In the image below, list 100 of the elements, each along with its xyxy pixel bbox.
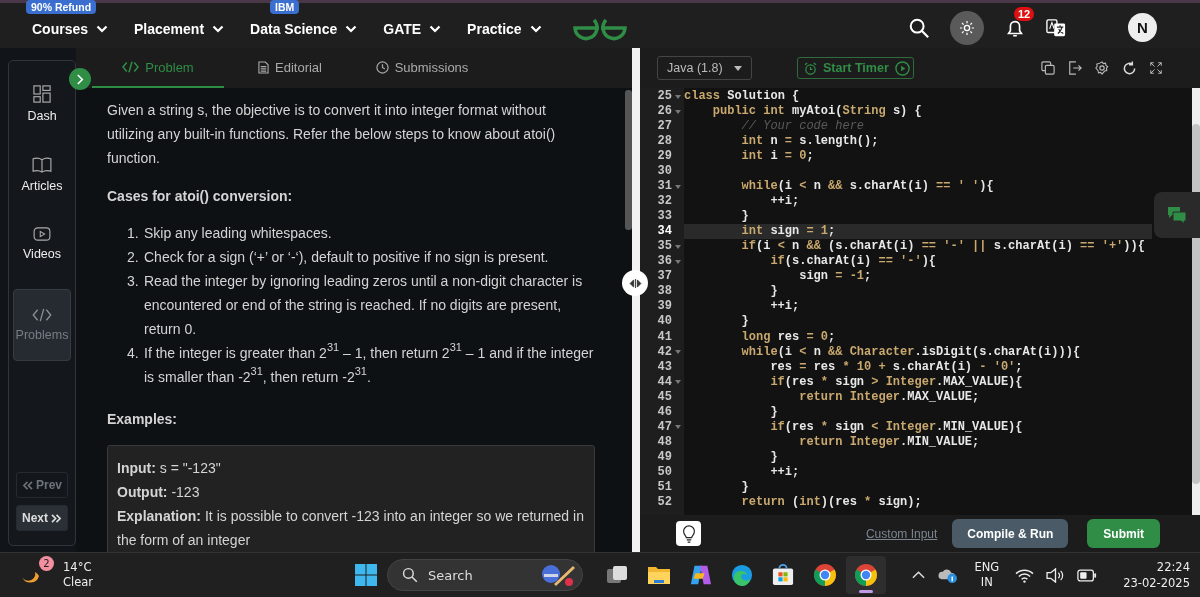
weather-condition: Clear: [63, 575, 94, 590]
code-line: }: [740, 479, 750, 495]
document-icon: [258, 60, 269, 74]
code-line: if(res * sign > Integer.MAX_VALUE){: [769, 374, 1024, 390]
custom-input-link[interactable]: Custom Input: [865, 526, 938, 541]
volume-icon[interactable]: [1046, 567, 1066, 583]
language-indicator[interactable]: ENG: [974, 560, 1000, 575]
reset-icon[interactable]: [1122, 60, 1137, 76]
sun-icon: [960, 20, 974, 35]
code-line: }: [740, 314, 750, 330]
nav-menu-button[interactable]: Practice: [467, 20, 542, 37]
video-icon: [33, 227, 51, 241]
user-avatar[interactable]: N: [1128, 13, 1157, 42]
fold-icon[interactable]: [675, 244, 681, 249]
weather-badge: 2: [39, 556, 54, 571]
code-line: ++i;: [769, 194, 801, 210]
alarm-icon: [804, 61, 817, 75]
line-number: 50: [656, 464, 672, 480]
chat-button[interactable]: [1154, 192, 1200, 238]
fold-icon[interactable]: [675, 350, 681, 355]
import-icon[interactable]: [1068, 61, 1082, 75]
search-icon: [402, 567, 418, 583]
double-chevron-left-icon: [22, 480, 33, 490]
cricket-helmet-icon: [540, 562, 576, 588]
code-line: if(s.charAt(i) == '-'){: [769, 254, 938, 270]
line-number: 35: [656, 239, 672, 255]
code-line: }: [769, 449, 779, 465]
nav-badge: IBM: [270, 0, 300, 14]
settings-icon[interactable]: [1095, 61, 1109, 75]
fold-icon[interactable]: [675, 259, 681, 264]
compile-run-button[interactable]: Compile & Run: [952, 519, 1069, 548]
section-heading: Cases for atoi() conversion:: [107, 187, 294, 206]
chrome-icon: [854, 563, 878, 587]
chevron-icon: [429, 24, 442, 33]
taskbar-search-field[interactable]: Search: [387, 559, 583, 591]
code-line: }: [769, 404, 779, 420]
clock-time[interactable]: 22:24: [1156, 559, 1190, 575]
line-number: 37: [656, 269, 672, 285]
line-number: 46: [656, 404, 672, 420]
book-icon: [32, 157, 52, 173]
line-number: 28: [656, 134, 672, 150]
nav-menu-button[interactable]: Placement: [134, 20, 225, 37]
sidebar-item[interactable]: Dash: [13, 79, 71, 129]
code-icon: [32, 308, 52, 322]
line-number: 39: [656, 299, 672, 315]
language-dropdown[interactable]: Java (1.8): [657, 56, 752, 80]
line-number: 49: [656, 449, 672, 465]
line-number: 40: [656, 314, 672, 330]
problem-tab[interactable]: Editorial: [224, 48, 356, 88]
problem-description: Given a string s, the objective is to convert it into integer format without utilizing any built-in functions. Refer the below steps to know about atoi() function.: [107, 101, 557, 168]
fold-icon[interactable]: [675, 425, 681, 430]
line-number: 51: [656, 479, 672, 495]
code-line: if(res * sign < Integer.MIN_VALUE){: [769, 419, 1024, 435]
start-timer-button[interactable]: Start Timer: [797, 57, 914, 79]
nav-menu-button[interactable]: GATE: [383, 20, 442, 37]
code-line: if(i < n && (s.charAt(i) == '-' || s.charAt(i) == '+')){: [740, 239, 1146, 255]
search-icon[interactable]: [908, 16, 930, 39]
chevron-icon: [345, 24, 358, 33]
example-line: Input: s = "-123": [117, 459, 222, 478]
list-number: 3.: [127, 272, 140, 291]
dashboard-icon: [33, 85, 51, 103]
fold-icon[interactable]: [675, 94, 681, 99]
fold-icon[interactable]: [675, 380, 681, 385]
line-number: 25: [656, 89, 672, 104]
copy-icon[interactable]: [1041, 61, 1055, 75]
code-line: while(i < n && Character.isDigit(s.charAt(i))){: [740, 344, 1082, 360]
chevron-icon: [96, 24, 109, 33]
list-item-text: Read the integer by ignoring leading zeros until a non-digit character is encountered or end of the string is reached. If no digits are present, return 0.: [144, 272, 584, 339]
example-line: Output: -123: [117, 483, 201, 502]
taskbar-app-button[interactable]: [846, 556, 886, 594]
cloud-info-icon[interactable]: [937, 566, 959, 584]
copilot-icon: [689, 564, 711, 586]
list-item-text: Check for a sign (‘+’ or ‘-‘), default to positive if no sign is present.: [144, 248, 549, 267]
temperature: 14°C: [63, 560, 93, 575]
submit-button[interactable]: Submit: [1087, 519, 1160, 548]
line-number: 52: [656, 494, 672, 510]
sidebar-item[interactable]: Videos: [13, 221, 71, 267]
code-line: res = res * 10 + s.charAt(i) - '0';: [769, 359, 1024, 375]
clock-date[interactable]: 23-02-2025: [1123, 575, 1190, 591]
battery-icon[interactable]: [1077, 568, 1098, 582]
wifi-icon[interactable]: [1015, 567, 1035, 583]
fold-icon[interactable]: [675, 184, 681, 189]
example-line: Explanation: It is possible to convert -123 into an integer so we returned in the form of an integer: [117, 507, 584, 550]
problem-tab[interactable]: Submissions: [356, 48, 488, 88]
windows-start-icon[interactable]: [355, 564, 377, 586]
hint-button[interactable]: [676, 521, 701, 546]
fold-icon[interactable]: [675, 109, 681, 114]
fullscreen-icon[interactable]: [1150, 62, 1162, 74]
region-indicator[interactable]: IN: [980, 575, 993, 590]
translate-icon[interactable]: [1046, 17, 1066, 38]
sidebar-item[interactable]: Articles: [13, 151, 71, 199]
line-number: 38: [656, 284, 672, 300]
next-button[interactable]: Next: [16, 505, 68, 531]
nav-menu-button[interactable]: Courses: [32, 20, 109, 37]
chevron-up-icon[interactable]: [912, 571, 926, 579]
line-number: 47: [656, 419, 672, 435]
line-number: 41: [656, 329, 672, 345]
theme-toggle-button[interactable]: [950, 10, 984, 45]
code-line: return Integer.MIN_VALUE;: [798, 434, 981, 450]
nav-menu-button[interactable]: Data Science: [250, 20, 358, 37]
